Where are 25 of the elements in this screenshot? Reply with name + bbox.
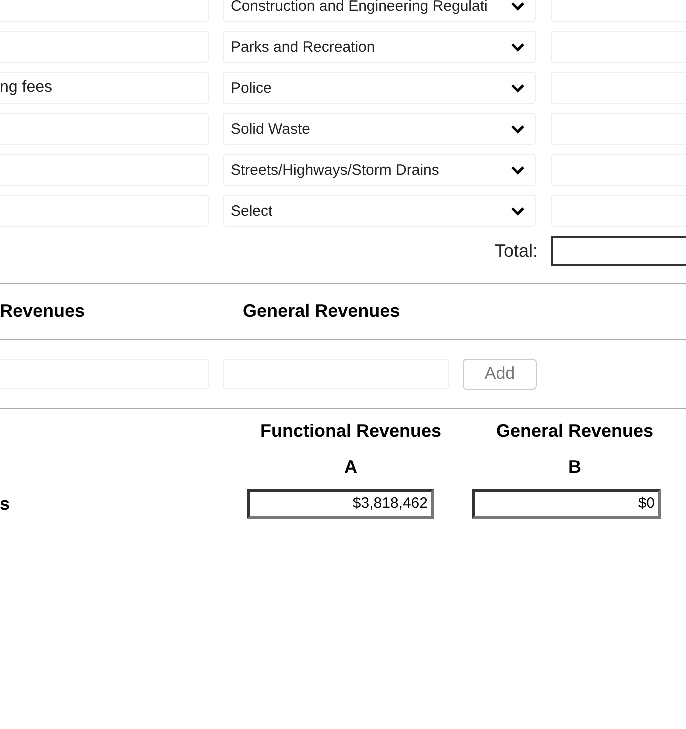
column-letter: B [568,457,582,478]
column-heading: General Revenues [496,421,654,442]
total-label: Total: [494,240,538,262]
column-heading: General Revenues [243,301,400,322]
total-field[interactable] [551,236,686,266]
department-select[interactable]: Police [223,72,536,104]
chevron-down-icon [511,206,525,216]
column-letter: A [344,457,358,478]
chevron-down-icon [511,84,525,92]
department-select[interactable]: Solid Waste [223,113,536,145]
department-select[interactable]: Select [223,195,536,227]
row-label: s [0,494,12,514]
column-heading: Functional Revenues [260,421,442,442]
department-select[interactable]: Streets/Highways/Storm Drains [223,154,536,186]
column-heading: Revenues [0,301,86,322]
chevron-down-icon [511,124,525,134]
total-value-field: $3,818,462 [247,489,434,519]
chevron-down-icon [511,42,525,52]
total-value-field: $0 [472,489,661,519]
add-button[interactable]: Add [463,358,537,390]
chevron-down-icon [511,166,525,174]
department-select[interactable]: Parks and Recreation [223,31,536,63]
chevron-down-icon [511,2,525,10]
department-select[interactable]: Construction and Engineering Regulati [223,0,536,22]
description-field[interactable]: ng fees [0,72,209,104]
